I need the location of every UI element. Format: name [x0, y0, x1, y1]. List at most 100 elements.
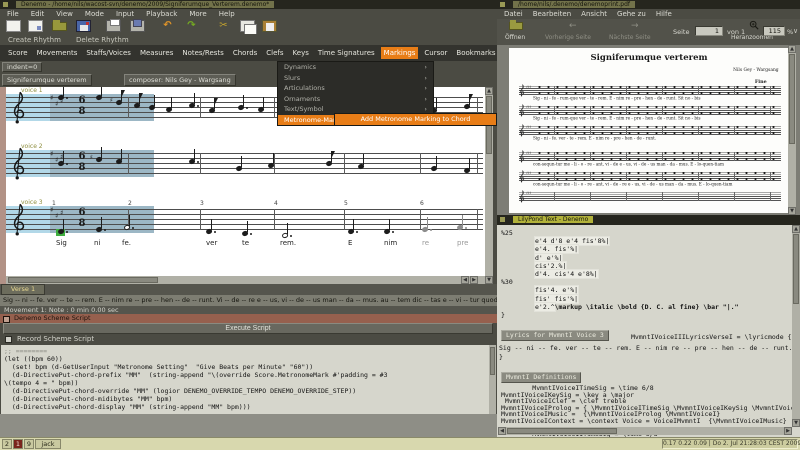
open-folder-icon[interactable]: [509, 20, 523, 30]
denemo-menu-file[interactable]: File: [7, 10, 19, 18]
pdf-viewport[interactable]: Signiferumque verterem Nils Gey - Wargsa…: [497, 45, 800, 215]
cmd-staffs-voices[interactable]: Staffs/Voices: [83, 47, 134, 59]
verse-lyrics-line[interactable]: Sig -- ni -- fe. ver -- te -- rem. E -- …: [0, 295, 497, 306]
redo-icon[interactable]: ↷: [184, 20, 199, 32]
delete-rhythm-button[interactable]: Delete Rhythm: [76, 36, 129, 44]
cmd-measures[interactable]: Measures: [137, 47, 176, 59]
zoom-in-icon[interactable]: [749, 20, 759, 30]
lilypond-hscroll-left-icon[interactable]: ◀: [498, 427, 506, 435]
script-vscroll-thumb[interactable]: [490, 347, 495, 375]
score-hscroll-left-icon[interactable]: ◀: [461, 276, 469, 284]
page-label: Seite: [673, 28, 690, 36]
undo-icon[interactable]: ↶: [160, 20, 175, 32]
denemo-menu-edit[interactable]: Edit: [31, 10, 45, 18]
denemo-menu-more[interactable]: More: [189, 10, 206, 18]
pdf-vscroll-thumb[interactable]: [789, 54, 795, 144]
pdf-vscroll-down-icon[interactable]: ▼: [788, 207, 796, 215]
cmd-bookmarks[interactable]: Bookmarks: [453, 47, 498, 59]
cmd-time-signatures[interactable]: Time Signatures: [315, 47, 378, 59]
new-file-icon[interactable]: [6, 20, 21, 32]
taskbar-box-9[interactable]: 9: [24, 439, 34, 449]
record-scheme-row: Record Scheme Script: [0, 335, 497, 344]
copy-icon[interactable]: [240, 20, 257, 35]
markings-menu-slurs[interactable]: Slurs ›: [278, 73, 433, 84]
cut-icon[interactable]: ✂: [216, 20, 231, 32]
lilypond-vscroll-thumb[interactable]: [793, 234, 799, 304]
lilypond-editor[interactable]: %25 e'4 d'8 e'4 fis'8%| e'4. fis'%| d' e'%|…: [497, 225, 800, 437]
record-scheme-checkbox[interactable]: [5, 336, 12, 343]
lyrics-code-line: }: [499, 353, 503, 361]
cmd-cursor[interactable]: Cursor: [421, 47, 450, 59]
pdf-menu-gehe-zu[interactable]: Gehe zu: [617, 10, 646, 18]
pdf-staff-3: ♯♯♯: [519, 124, 781, 137]
lyrics-voice3-header[interactable]: Lyrics for MvmntI Voice 3: [501, 330, 609, 341]
create-rhythm-button[interactable]: Create Rhythm: [8, 36, 61, 44]
lilypond-vscroll-up-icon[interactable]: ▲: [792, 225, 800, 233]
augmentation-dot: [246, 107, 248, 109]
mvmnt-definitions-header[interactable]: MvmntI Definitions: [501, 372, 582, 383]
lilypond-vscroll-down-icon[interactable]: ▼: [792, 419, 800, 427]
indent-button[interactable]: indent=0: [2, 62, 43, 72]
new-window-icon[interactable]: [28, 20, 43, 32]
treble-clef-icon: [13, 203, 25, 236]
pdf-titlebar[interactable]: /home/nils/.denemo/denemoprint.pdf: [497, 0, 800, 9]
key-signature-sharp: ♯: [55, 212, 59, 220]
score-vscroll-up-icon[interactable]: ▲: [485, 87, 493, 95]
open-button[interactable]: Öffnen: [505, 34, 525, 41]
lilypond-code-line: %25: [501, 229, 513, 237]
prev-page-button[interactable]: Vorherige Seite: [545, 34, 591, 41]
pdf-lyric-line: Sig - ni - fe - rum-que ver - te - rem. …: [533, 116, 701, 121]
lilypond-hscroll-thumb[interactable]: [507, 428, 617, 434]
denemo-menu-input[interactable]: Input: [116, 10, 134, 18]
taskbar-box-1[interactable]: 1: [13, 439, 23, 449]
denemo-menu-playback[interactable]: Playback: [146, 10, 177, 18]
page-number-input[interactable]: 1: [695, 26, 723, 36]
verse-tab[interactable]: Verse 1: [1, 284, 45, 295]
markings-menu-dynamics[interactable]: Dynamics ›: [278, 62, 433, 73]
pdf-vscroll-up-icon[interactable]: ▲: [788, 45, 796, 53]
markings-menu-articulations[interactable]: Articulations ›: [278, 83, 433, 94]
pdf-menu-ansicht[interactable]: Ansicht: [581, 10, 607, 18]
save-icon[interactable]: [76, 20, 91, 32]
lyric-syllable: te: [242, 239, 250, 247]
denemo-menu-view[interactable]: View: [56, 10, 73, 18]
add-metronome-marking-item[interactable]: Add Metronome Marking to Chord: [334, 113, 497, 126]
paste-icon[interactable]: [262, 20, 277, 32]
open-folder-icon[interactable]: [52, 20, 67, 31]
denemo-titlebar[interactable]: Denemo - /home/nils/wacost-svn/denemo/20…: [0, 0, 497, 9]
toolbar-overflow-chevron-icon[interactable]: ∨: [793, 27, 798, 35]
score-hscroll-right-icon[interactable]: ▶: [470, 276, 478, 284]
next-page-button[interactable]: Nächste Seite: [609, 34, 651, 41]
lilypond-titlebar[interactable]: LilyPond Text - Denemo: [497, 215, 800, 225]
lyric-syllable: nim: [384, 239, 398, 247]
key-signature-sharp: ♯: [60, 209, 64, 217]
cmd-markings[interactable]: Markings: [380, 47, 419, 59]
denemo-menu-help[interactable]: Help: [219, 10, 235, 18]
lilypond-hscroll-right-icon[interactable]: ▶: [784, 427, 792, 435]
score-hscroll-thumb[interactable]: [8, 277, 158, 283]
print-icon[interactable]: [106, 19, 121, 32]
pdf-menu-datei[interactable]: Datei: [504, 10, 523, 18]
pdf-menu-hilfe[interactable]: Hilfe: [656, 10, 672, 18]
scheme-script-titlebar[interactable]: Denemo Scheme Script: [0, 314, 497, 323]
taskbar-box-jack[interactable]: jack: [35, 439, 61, 449]
composer-button[interactable]: composer: Nils Gey - Wargsang: [124, 74, 236, 86]
score-title-button[interactable]: Signiferumque verterem: [2, 74, 92, 86]
cmd-clefs[interactable]: Clefs: [263, 47, 286, 59]
cmd-notes-rests[interactable]: Notes/Rests: [179, 47, 226, 59]
taskbar-box-2[interactable]: 2: [2, 439, 12, 449]
zoom-input[interactable]: 115: [763, 26, 785, 36]
scheme-code-line: (let ((bpm 60)): [4, 355, 63, 363]
pdf-menu-bearbeiten[interactable]: Bearbeiten: [533, 10, 571, 18]
cmd-score[interactable]: Score: [5, 47, 31, 59]
markings-menu-ornaments[interactable]: Ornaments ›: [278, 94, 433, 105]
scheme-script-editor[interactable]: ;; ======== (let ((bpm 60)) (set! bpm (d-…: [1, 345, 489, 414]
cmd-chords[interactable]: Chords: [230, 47, 260, 59]
denemo-menu-mode[interactable]: Mode: [85, 10, 104, 18]
score-vscroll-down-icon[interactable]: ▼: [485, 276, 493, 284]
execute-script-button[interactable]: Execute Script: [3, 323, 493, 334]
cmd-movements[interactable]: Movements: [34, 47, 81, 59]
movement-statusbar: Movement 1: Note : 0 min 0.00 sec: [0, 306, 497, 314]
cmd-keys[interactable]: Keys: [290, 47, 312, 59]
print-part-icon[interactable]: [130, 19, 145, 32]
